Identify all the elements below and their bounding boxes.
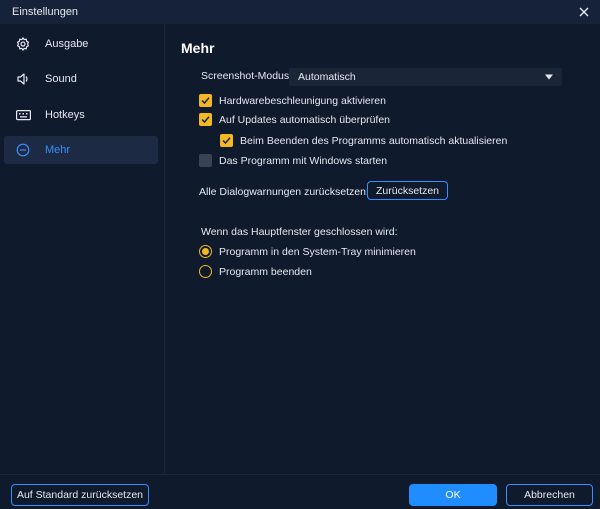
radio-label: Programm in den System-Tray minimieren — [219, 245, 416, 258]
checkbox-row-update-on-exit[interactable]: Beim Beenden des Programms automatisch a… — [220, 134, 507, 147]
checkbox-label: Beim Beenden des Programms automatisch a… — [240, 134, 508, 147]
settings-window: Einstellungen Ausgabe Sound Hotkeys Mehr… — [0, 0, 600, 509]
cancel-button[interactable]: Abbrechen — [506, 484, 593, 506]
sidebar-item-mehr[interactable]: Mehr — [4, 136, 158, 164]
exit-program-radio[interactable] — [199, 265, 212, 278]
radio-label: Programm beenden — [219, 265, 312, 278]
footer-bar: Auf Standard zurücksetzen OK Abbrechen — [0, 474, 600, 509]
sidebar-item-hotkeys[interactable]: Hotkeys — [4, 101, 158, 129]
sidebar-item-label: Sound — [45, 73, 77, 85]
sidebar: Ausgabe Sound Hotkeys Mehr — [0, 24, 165, 474]
sidebar-item-ausgabe[interactable]: Ausgabe — [4, 30, 158, 58]
sidebar-item-label: Hotkeys — [45, 109, 85, 121]
title-bar: Einstellungen — [0, 0, 600, 24]
autostart-checkbox[interactable] — [199, 154, 212, 167]
more-icon — [15, 142, 31, 158]
radio-row-exit[interactable]: Programm beenden — [199, 265, 312, 278]
page-title: Mehr — [181, 40, 215, 56]
screenshot-mode-value: Automatisch — [298, 71, 356, 83]
minimize-to-tray-radio[interactable] — [199, 245, 212, 258]
checkbox-row-hardware[interactable]: Hardwarebeschleunigung aktivieren — [199, 94, 386, 107]
hardware-acceleration-checkbox[interactable] — [199, 94, 212, 107]
reset-defaults-button[interactable]: Auf Standard zurücksetzen — [11, 484, 149, 506]
speaker-icon — [15, 71, 31, 87]
keyboard-icon — [15, 107, 31, 123]
settings-panel: Mehr Screenshot-Modus: Automatisch Hardw… — [166, 24, 600, 474]
dialog-warnings-row: Alle Dialogwarnungen zurücksetzen: — [199, 186, 369, 198]
checkbox-label: Hardwarebeschleunigung aktivieren — [219, 94, 386, 107]
auto-update-checkbox[interactable] — [199, 113, 212, 126]
reset-warnings-button[interactable]: Zurücksetzen — [367, 181, 448, 200]
ok-button[interactable]: OK — [409, 484, 497, 506]
checkbox-label: Auf Updates automatisch überprüfen — [219, 113, 391, 126]
screenshot-mode-label: Screenshot-Modus: — [201, 70, 293, 82]
radio-row-minimize[interactable]: Programm in den System-Tray minimieren — [199, 245, 416, 258]
gear-icon — [15, 36, 31, 52]
screenshot-mode-select[interactable]: Automatisch — [289, 68, 562, 86]
checkbox-label: Das Programm mit Windows starten — [219, 154, 388, 167]
sidebar-item-label: Mehr — [45, 144, 71, 156]
sidebar-item-label: Ausgabe — [45, 38, 89, 50]
checkbox-row-autostart[interactable]: Das Programm mit Windows starten — [199, 154, 387, 167]
sidebar-item-sound[interactable]: Sound — [4, 65, 158, 93]
close-behavior-label: Wenn das Hauptfenster geschlossen wird: — [201, 226, 398, 238]
window-title: Einstellungen — [12, 6, 79, 18]
dialog-warnings-label: Alle Dialogwarnungen zurücksetzen: — [199, 186, 369, 198]
update-on-exit-checkbox[interactable] — [220, 134, 233, 147]
screenshot-mode-row: Screenshot-Modus: — [201, 70, 292, 82]
checkbox-row-updates[interactable]: Auf Updates automatisch überprüfen — [199, 113, 390, 126]
chevron-down-icon — [544, 72, 554, 82]
radio-dot — [202, 248, 209, 255]
close-icon[interactable] — [576, 4, 592, 20]
close-behavior-heading-row: Wenn das Hauptfenster geschlossen wird: — [201, 226, 398, 238]
